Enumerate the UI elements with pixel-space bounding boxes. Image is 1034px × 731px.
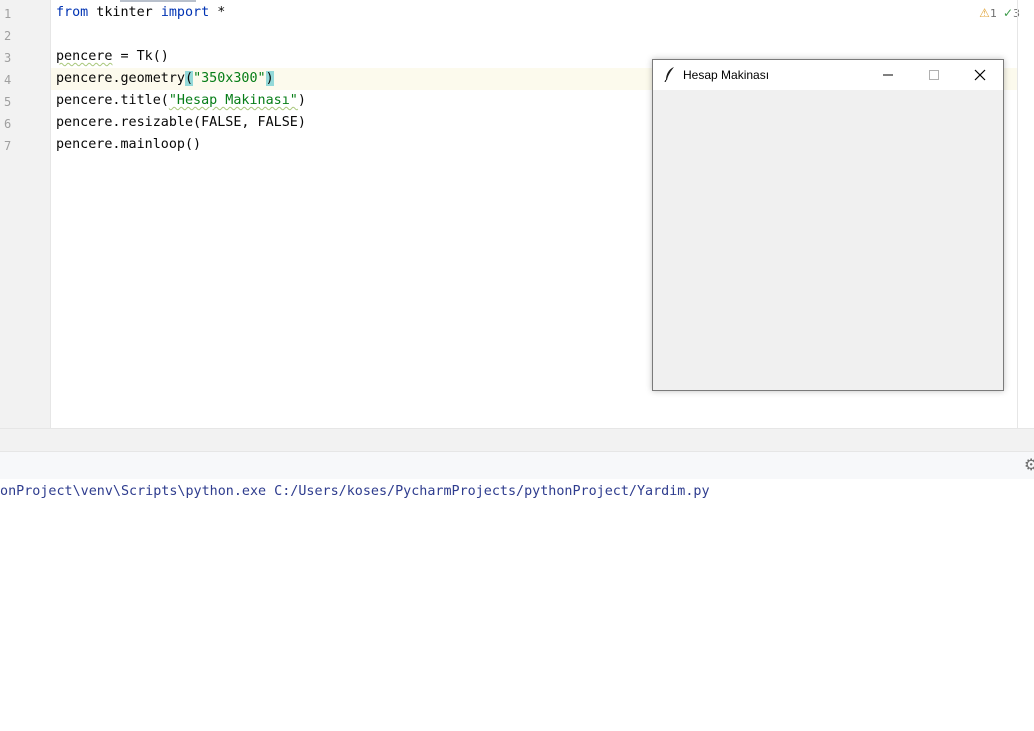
maximize-icon (929, 70, 939, 80)
editor-scrollbar[interactable] (1017, 0, 1018, 428)
variable-pencere: pencere (56, 71, 113, 86)
window-title: Hesap Makinası (683, 68, 770, 82)
code-line-3[interactable]: pencere = Tk() (56, 46, 169, 68)
variable-pencere: pencere (56, 49, 113, 64)
run-console[interactable]: honProject\venv\Scripts\python.exe C:/Us… (0, 479, 1034, 731)
code-line-4[interactable]: pencere.geometry("350x300") (56, 68, 274, 90)
code-line-1[interactable]: from tkinter import * (56, 2, 225, 24)
code-text: ) (297, 93, 306, 108)
minimize-button[interactable] (865, 60, 911, 90)
gear-icon[interactable]: ⚙ (1024, 457, 1034, 473)
line-number-gutter: 1 2 3 4 5 6 7 (0, 0, 51, 428)
tkinter-window[interactable]: Hesap Makinası (652, 59, 1004, 391)
code-line-7[interactable]: pencere.mainloop() (56, 134, 201, 156)
string-literal: "Hesap Makinası" (168, 93, 298, 108)
code-text: tkinter (88, 5, 161, 20)
code-line-6[interactable]: pencere.resizable(FALSE, FALSE) (56, 112, 306, 134)
run-tool-window-header: ⚙ (0, 451, 1034, 480)
line-number: 4 (4, 73, 12, 87)
matched-paren-close: ) (265, 71, 274, 86)
panel-splitter[interactable] (0, 428, 1034, 451)
feather-icon (664, 67, 674, 82)
code-text: = Tk() (112, 49, 169, 64)
line-number: 5 (4, 95, 12, 109)
keyword-from: from (56, 5, 89, 20)
inspection-widget[interactable]: ⚠1 ✓3 (979, 6, 1020, 20)
close-icon (974, 69, 986, 81)
line-number: 3 (4, 51, 12, 65)
line-number: 2 (4, 29, 12, 43)
line-number: 1 (4, 7, 12, 21)
matched-paren-open: ( (185, 71, 194, 86)
line-number: 7 (4, 139, 12, 153)
keyword-import: import (160, 5, 210, 20)
minimize-icon (883, 74, 893, 76)
code-line-5[interactable]: pencere.title("Hesap Makinası") (56, 90, 306, 112)
method-call: .geometry (112, 71, 185, 86)
window-titlebar[interactable]: Hesap Makinası (653, 60, 1003, 90)
close-button[interactable] (957, 60, 1003, 90)
checkmark-icon: ✓ (1002, 6, 1013, 20)
warning-triangle-icon: ⚠ (979, 6, 990, 20)
maximize-button[interactable] (911, 60, 957, 90)
console-command-line: honProject\venv\Scripts\python.exe C:/Us… (0, 484, 710, 499)
string-literal: "350x300" (193, 71, 266, 86)
code-text: pencere.title( (56, 93, 169, 108)
warning-count: ⚠1 (979, 6, 997, 20)
code-text: * (209, 5, 226, 20)
line-number: 6 (4, 117, 12, 131)
